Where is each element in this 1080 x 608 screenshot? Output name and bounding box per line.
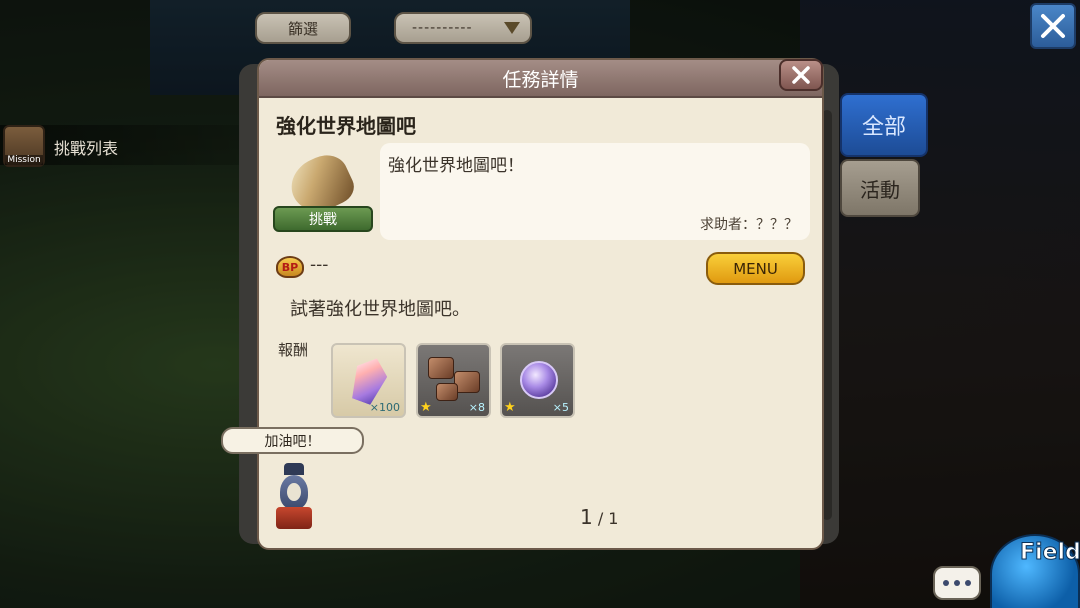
reward-item[interactable]: ★ ×8 — [416, 343, 491, 418]
mission-title: 強化世界地圖吧 — [276, 114, 416, 138]
chevron-down-icon — [504, 22, 520, 34]
field-button[interactable]: Field — [990, 530, 1080, 608]
page-indicator: 1 / 1 — [580, 505, 618, 529]
dialog-title: 任務詳情 — [259, 60, 822, 98]
menu-button[interactable]: MENU — [706, 252, 805, 285]
close-icon — [1041, 14, 1065, 38]
reward-item[interactable]: ×100 — [331, 343, 406, 418]
field-label: Field — [1020, 540, 1080, 566]
close-window-button[interactable] — [1030, 3, 1076, 49]
mission-description: 強化世界地圖吧！ — [388, 156, 524, 176]
reward-count: ×8 — [468, 401, 485, 414]
mission-list-item[interactable]: Mission 挑戰列表 — [0, 125, 240, 167]
bp-value: --- — [310, 255, 329, 275]
reward-item[interactable]: ★ ×5 — [500, 343, 575, 418]
chat-dot-icon — [965, 580, 971, 586]
chat-dot-icon — [943, 580, 949, 586]
challenge-emblem: 挑戰 — [273, 147, 373, 240]
mission-objective: 試著強化世界地圖吧。 — [290, 299, 470, 320]
close-icon — [792, 66, 810, 84]
requester-text: 求助者：？？？ — [700, 217, 798, 233]
star-icon: ★ — [504, 400, 516, 415]
reward-count: ×100 — [369, 401, 400, 414]
filter-select-value: ---------- — [412, 20, 473, 36]
chat-button[interactable] — [933, 566, 981, 600]
reward-count: ×5 — [552, 401, 569, 414]
orb-icon — [520, 361, 558, 399]
mission-list-label: 挑戰列表 — [54, 139, 119, 158]
bp-icon: BP — [276, 256, 304, 278]
tab-all[interactable]: 全部 — [840, 93, 928, 157]
mission-icon-label: Mission — [5, 155, 43, 165]
dialog-close-button[interactable] — [779, 59, 823, 91]
crystal-icon — [346, 353, 392, 407]
mascot-speech-bubble: 加油吧！ — [221, 427, 364, 454]
rewards-label: 報酬 — [278, 341, 309, 359]
page-total: / 1 — [597, 509, 619, 528]
chat-dot-icon — [954, 580, 960, 586]
tab-event[interactable]: 活動 — [840, 159, 920, 217]
mascot-character — [276, 463, 312, 529]
star-icon: ★ — [420, 400, 432, 415]
mission-icon: Mission — [3, 125, 45, 167]
filter-button[interactable]: 篩選 — [255, 12, 351, 44]
emblem-label: 挑戰 — [273, 206, 373, 232]
filter-select[interactable]: ---------- — [394, 12, 532, 44]
page-current: 1 — [580, 505, 593, 529]
